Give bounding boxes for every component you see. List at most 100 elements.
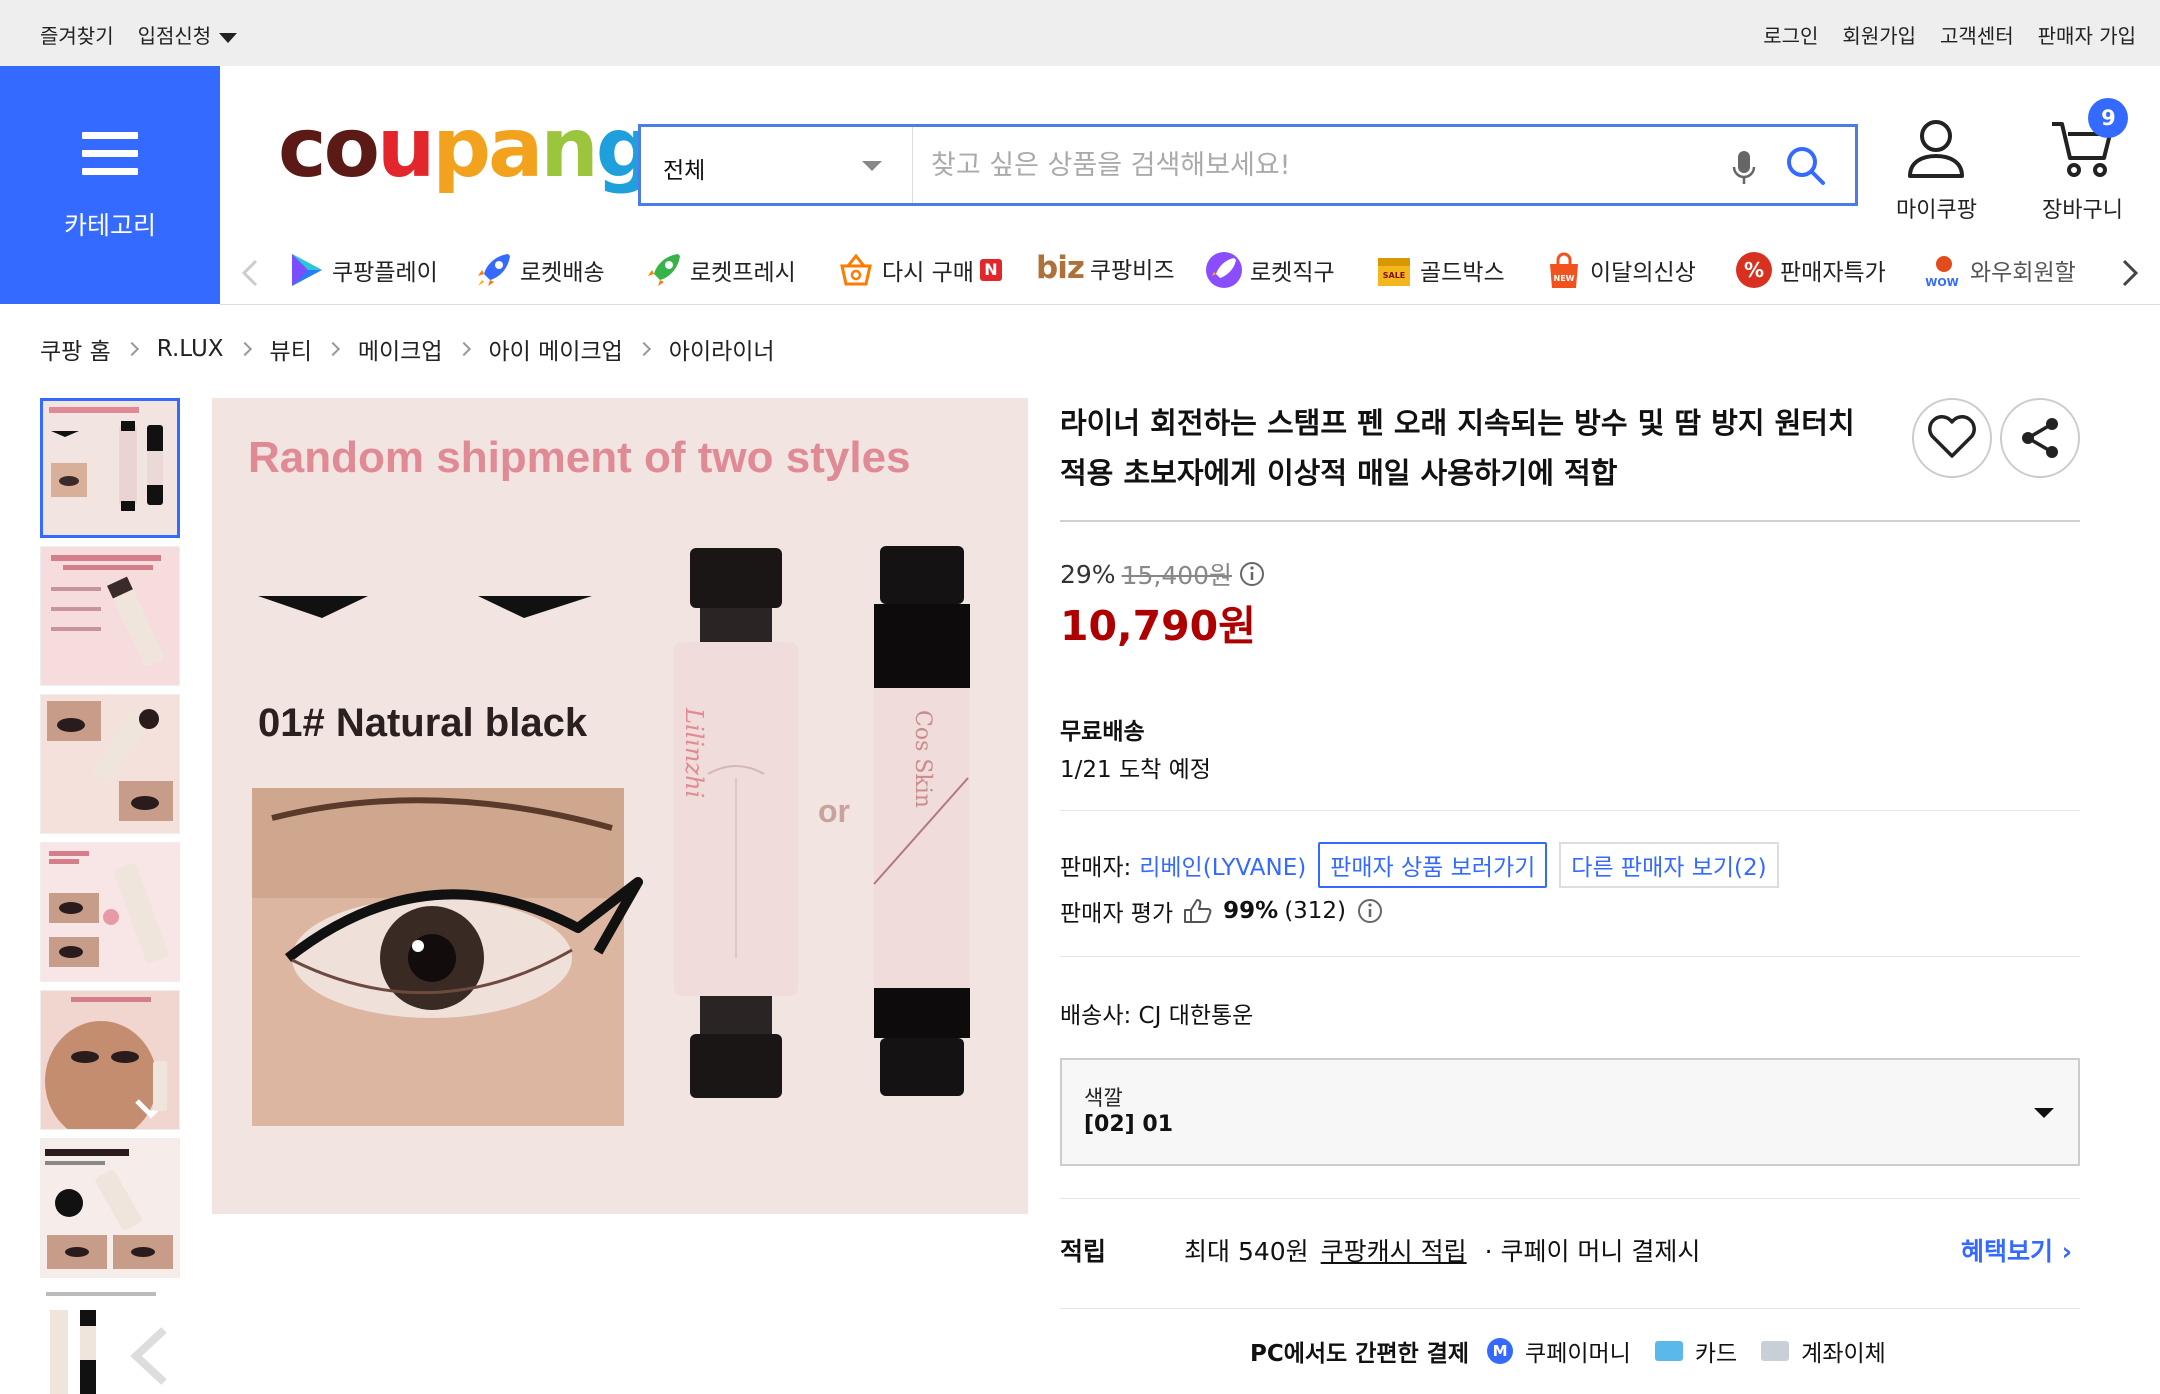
thumbnail-7[interactable] [40, 1286, 180, 1394]
thumbnail-image [46, 1292, 167, 1394]
breadcrumb-makeup[interactable]: 메이크업 [358, 332, 443, 366]
nav-label: 이달의신상 [1590, 260, 1696, 286]
new-badge: N [979, 259, 1002, 281]
cart-label: 장바구니 [2042, 198, 2123, 223]
nav-new-arrivals[interactable]: NEW 이달의신상 [1544, 250, 1696, 290]
chevron-left-icon[interactable] [240, 258, 260, 288]
category-menu-button[interactable]: 카테고리 [0, 66, 220, 304]
thumbnail-5[interactable] [40, 990, 180, 1130]
breadcrumb-eye-makeup[interactable]: 아이 메이크업 [489, 332, 623, 366]
thumbnail-image [41, 1139, 179, 1277]
coupay-money-icon: M [1487, 1338, 1514, 1364]
seller-products-button[interactable]: 판매자 상품 보러가기 [1318, 842, 1548, 888]
pen-right-text: Cos Skin [910, 710, 935, 808]
coupay-money-label: 쿠페이머니 [1525, 1341, 1631, 1367]
hamburger-icon [82, 132, 138, 178]
search-icon[interactable] [1785, 145, 1827, 191]
nav-rocket-global[interactable]: 로켓직구 [1204, 250, 1335, 290]
discount-row: 29% 15,400원 [1060, 556, 1266, 592]
chevron-right-icon [237, 341, 252, 357]
thumbnail-1[interactable] [40, 398, 180, 538]
caret-down-icon [219, 32, 238, 43]
eye-photo [252, 788, 643, 1126]
microphone-icon[interactable] [1731, 149, 1757, 191]
chevron-right-icon: › [2061, 1237, 2072, 1266]
wishlist-button[interactable] [1912, 398, 1992, 478]
coupang-cash-link[interactable]: 쿠팡캐시 적립 [1321, 1237, 1467, 1266]
sale-price: 10,790원 [1060, 602, 1256, 650]
info-icon[interactable] [1238, 560, 1266, 588]
seller-rating-percent: 99% [1223, 898, 1279, 924]
svg-text:WOW: WOW [1925, 276, 1959, 289]
divider [220, 304, 2160, 305]
nav-coupang-biz[interactable]: biz 쿠팡비즈 [1036, 250, 1175, 286]
seller-label: 판매자: [1060, 855, 1132, 881]
breadcrumb-home[interactable]: 쿠팡 홈 [40, 332, 111, 366]
thumbnail-2[interactable] [40, 546, 180, 686]
share-button[interactable] [2000, 398, 2080, 478]
heart-icon [1928, 415, 1976, 458]
nav-label: 골드박스 [1420, 260, 1505, 286]
coupang-logo[interactable]: coupang [278, 108, 654, 190]
thumbnail-3[interactable] [40, 694, 180, 834]
search-input[interactable] [931, 143, 1711, 187]
divider [1060, 520, 2080, 522]
nav-coupang-play[interactable]: 쿠팡플레이 [286, 250, 438, 290]
original-price: 15,400원 [1121, 561, 1233, 590]
seller-signup-link[interactable]: 판매자 가입 [2038, 20, 2136, 49]
nav-label: 로켓프레시 [690, 260, 796, 286]
chevron-right-icon[interactable] [2120, 258, 2140, 288]
thumbnail-6[interactable] [40, 1138, 180, 1278]
nav-rebuy[interactable]: 다시 구매 N [836, 250, 1002, 290]
user-icon [1908, 120, 1965, 178]
play-icon [292, 254, 322, 286]
seller-apply-menu[interactable]: 입점신청 [138, 20, 238, 49]
seller-name-link[interactable]: 리베인(LYVANE) [1139, 848, 1306, 882]
nav-wow-member[interactable]: WOW 와우회원할 [1924, 250, 2084, 290]
nav-gold-box[interactable]: SALE 골드박스 [1374, 250, 1505, 290]
customer-center-link[interactable]: 고객센터 [1940, 20, 2014, 49]
signup-link[interactable]: 회원가입 [1842, 20, 1916, 49]
carrier-info: 배송사: CJ 대한통운 [1060, 1003, 1254, 1029]
search-category-select[interactable]: 전체 [641, 127, 913, 203]
svg-text:SALE: SALE [1383, 271, 1406, 280]
my-coupang-label: 마이쿠팡 [1896, 198, 1977, 223]
nav-label: 쿠팡플레이 [332, 260, 438, 286]
breadcrumb-eyeliner[interactable]: 아이라이너 [669, 332, 775, 366]
main-product-image[interactable]: Random shipment of two styles 01# Natura… [212, 398, 1028, 1214]
free-shipping-label: 무료배송 [1060, 719, 1145, 745]
chevron-down-icon [862, 161, 882, 171]
nav-rocket-delivery[interactable]: 로켓배송 [474, 250, 605, 290]
nav-label: 로켓직구 [1250, 260, 1335, 286]
seller-rating-count: (312) [1284, 898, 1347, 924]
breadcrumb-beauty[interactable]: 뷰티 [270, 332, 312, 366]
image-or-text: or [818, 793, 850, 829]
other-sellers-button[interactable]: 다른 판매자 보기(2) [1559, 842, 1779, 888]
bookmark-link[interactable]: 즐겨찾기 [40, 20, 114, 49]
pen-left-text: Lilinzhi [680, 707, 708, 798]
reward-max-text: 최대 540원 [1184, 1237, 1309, 1266]
service-nav: 쿠팡플레이 로켓배송 로켓프레시 다시 구매 N biz 쿠팡비즈 로켓직구 S… [240, 248, 2160, 304]
svg-text:NEW: NEW [1554, 274, 1575, 283]
cart-button[interactable]: 9 장바구니 [2042, 98, 2129, 224]
login-link[interactable]: 로그인 [1763, 20, 1818, 49]
nav-seller-deals[interactable]: % 판매자특가 [1734, 250, 1886, 290]
cart-count-badge: 9 [2088, 98, 2129, 138]
search-category-value: 전체 [663, 158, 706, 184]
benefits-link[interactable]: 혜택보기 › [1961, 1232, 2072, 1268]
color-option-select[interactable]: 색깔 [02] 01 [1060, 1058, 2080, 1166]
info-icon[interactable] [1356, 897, 1384, 925]
rocket-fresh-icon [648, 254, 680, 286]
rocket-icon [478, 254, 510, 286]
thumbnail-image [41, 843, 179, 981]
product-title: 라이너 회전하는 스탬프 펜 오래 지속되는 방수 및 땀 방지 원터치 적용 … [1060, 406, 1855, 490]
seller-apply-label: 입점신청 [137, 24, 212, 48]
category-label: 카테고리 [63, 211, 156, 240]
discount-rate: 29% [1060, 559, 1116, 589]
reward-condition: · 쿠페이 머니 결제시 [1484, 1237, 1701, 1266]
thumbnail-image [43, 401, 177, 535]
my-coupang-button[interactable]: 마이쿠팡 [1896, 118, 1977, 224]
nav-rocket-fresh[interactable]: 로켓프레시 [644, 250, 796, 290]
breadcrumb-brand[interactable]: R.LUX [157, 336, 224, 362]
thumbnail-4[interactable] [40, 842, 180, 982]
